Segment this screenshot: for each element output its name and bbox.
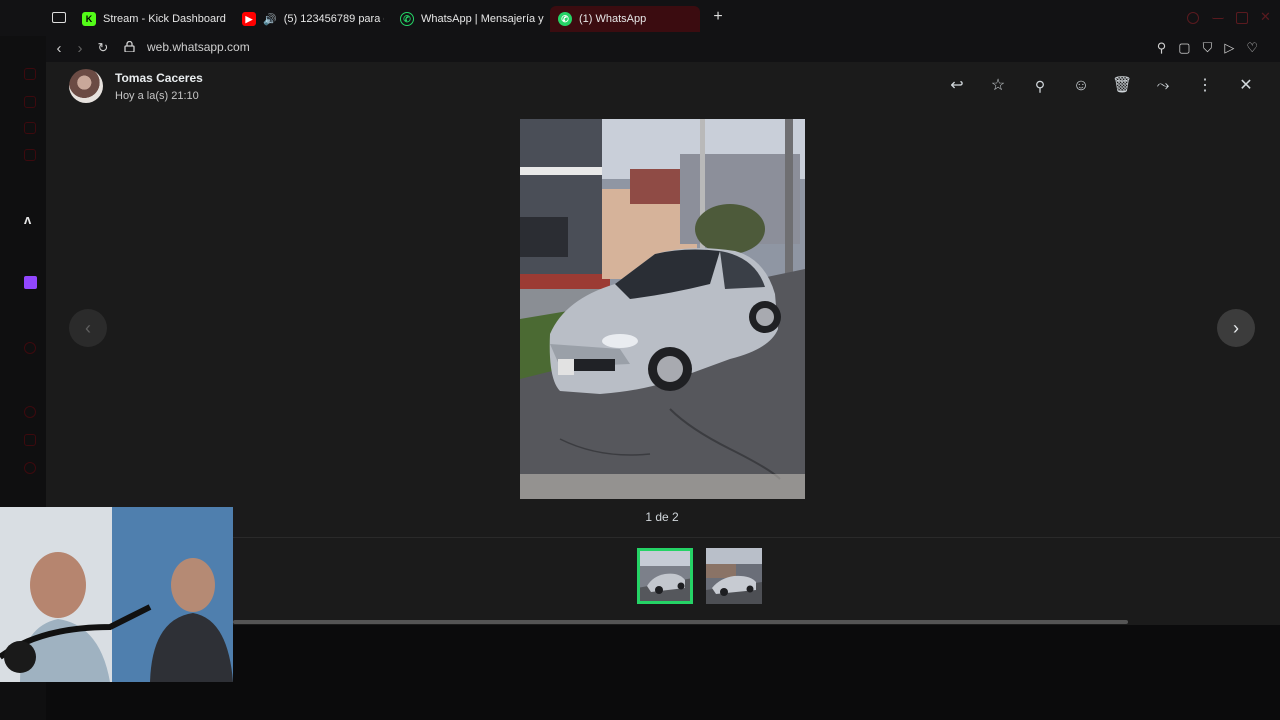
tab-whatsapp-active[interactable]: ✆ (1) WhatsApp	[550, 6, 700, 32]
shield-icon[interactable]: ⛉	[1203, 40, 1213, 56]
thumbnail-1[interactable]	[637, 548, 693, 604]
next-media-button[interactable]: ›	[1217, 309, 1255, 347]
forward-icon[interactable]: ⤳	[1153, 76, 1173, 96]
tab-label: (5) 123456789 para o	[283, 13, 384, 25]
media-counter: 1 de 2	[645, 510, 679, 524]
avatar[interactable]	[69, 69, 103, 103]
back-icon[interactable]: ‹	[50, 40, 68, 57]
play-icon[interactable]: ▷	[1224, 40, 1234, 56]
tab-search-icon[interactable]	[52, 12, 66, 23]
message-timestamp: Hoy a la(s) 21:10	[115, 90, 199, 102]
sidebar-icon[interactable]	[24, 462, 36, 474]
browser-tab-bar: K Stream - Kick Dashboard ▶ 🔊 (5) 123456…	[0, 0, 1280, 36]
sender-name[interactable]: Tomas Caceres	[115, 71, 203, 85]
emoji-icon[interactable]: ☺	[1071, 76, 1091, 96]
restore-icon[interactable]	[1212, 12, 1224, 19]
tab-label: WhatsApp | Mensajería y	[421, 13, 544, 25]
reload-icon[interactable]: ↻	[94, 40, 112, 56]
pin-icon[interactable]: ⚲	[1030, 76, 1050, 96]
pin-extension-icon[interactable]: ⚲	[1157, 40, 1167, 56]
speaker-icon[interactable]: 🔊	[263, 13, 277, 26]
chevron-left-icon: ‹	[85, 317, 91, 338]
url-text[interactable]: web.whatsapp.com	[147, 40, 250, 54]
twitch-icon[interactable]	[24, 276, 37, 289]
sidebar-icon[interactable]	[24, 342, 36, 354]
chevron-right-icon: ›	[1233, 317, 1239, 338]
close-icon[interactable]: ✕	[1236, 76, 1256, 96]
lock-icon[interactable]	[124, 41, 135, 52]
minimize-icon[interactable]	[1187, 12, 1199, 24]
webcam-overlay	[0, 507, 233, 682]
tab-label: (1) WhatsApp	[579, 13, 647, 25]
thumbnail-scrollbar[interactable]	[233, 620, 1128, 624]
menu-icon[interactable]: ⋮	[1195, 76, 1215, 96]
app-frame: K Stream - Kick Dashboard ▶ 🔊 (5) 123456…	[0, 0, 1280, 720]
tab-youtube[interactable]: ▶ 🔊 (5) 123456789 para o	[234, 6, 384, 32]
new-tab-button[interactable]: +	[709, 8, 727, 26]
tab-kick-dashboard[interactable]: K Stream - Kick Dashboard	[74, 6, 234, 32]
sidebar-icon[interactable]	[24, 68, 36, 80]
extension-icons: ⚲ ▢ ⛉ ▷ ♡	[1157, 40, 1258, 56]
sidebar-icon[interactable]	[24, 96, 36, 108]
sidebar-icon[interactable]	[24, 434, 36, 446]
ai-icon[interactable]: ᴧ	[24, 212, 31, 227]
sidebar-icon[interactable]	[24, 122, 36, 134]
kick-icon: K	[82, 12, 96, 26]
delete-icon[interactable]: 🗑	[1112, 76, 1132, 96]
previous-media-button[interactable]: ‹	[69, 309, 107, 347]
sidebar-icon[interactable]	[24, 406, 36, 418]
tab-label: Stream - Kick Dashboard	[103, 13, 226, 25]
star-icon[interactable]: ☆	[988, 76, 1008, 96]
whatsapp-icon: ✆	[558, 12, 572, 26]
close-window-icon[interactable]: ✕	[1260, 10, 1272, 24]
youtube-icon: ▶	[242, 12, 256, 26]
screenshot-icon[interactable]: ▢	[1178, 40, 1190, 56]
reply-icon[interactable]: ↩	[947, 76, 967, 96]
sidebar-icon[interactable]	[24, 149, 36, 161]
whatsapp-icon: ✆	[400, 12, 414, 26]
tab-whatsapp-landing[interactable]: ✆ WhatsApp | Mensajería y	[392, 6, 547, 32]
forward-nav-icon[interactable]: ›	[71, 40, 89, 57]
heart-icon[interactable]: ♡	[1246, 40, 1258, 56]
media-image[interactable]	[520, 119, 805, 499]
thumbnail-2[interactable]	[706, 548, 762, 604]
maximize-icon[interactable]	[1236, 12, 1248, 24]
